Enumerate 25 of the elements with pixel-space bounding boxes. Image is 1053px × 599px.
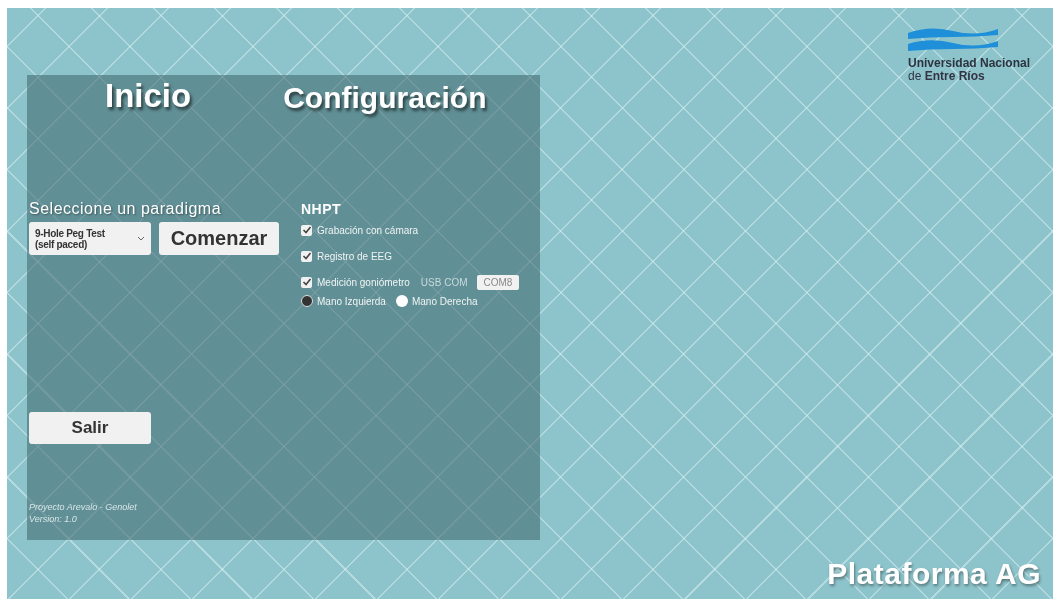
chevron-icon [137,236,145,241]
footer-text: Version: 1.0 [29,513,78,525]
app-title: Plataforma AG [827,557,1041,591]
waves-logo-icon [908,25,998,53]
option-label: Registro de EEG [317,250,393,262]
nav-tab[interactable]: Inicio [105,77,192,115]
paradigm-dropdown[interactable]: 9-Hole Peg Test (self paced) [29,222,151,255]
logo-text: Universidad Nacional [908,57,1032,70]
checkbox[interactable] [301,250,312,262]
option-label: Mano Izquierda [317,295,386,307]
port-label: USB COM [420,276,468,288]
footer-text: Proyecto Arevalo - Genolet [29,501,138,513]
nav-tab[interactable]: Configuración [283,77,487,115]
paradigm-label: Seleccione un paradigma [29,200,223,218]
radio-button[interactable] [395,295,408,307]
exit-button[interactable]: Salir [29,412,151,444]
logo-text: de Entre Ríos [908,70,986,83]
section-title: NHPT [301,201,343,217]
checkbox[interactable] [301,276,312,288]
radio-button[interactable] [301,295,313,307]
checkbox[interactable] [301,224,312,236]
option-label: Medición goniómetro [317,276,410,288]
option-label: Mano Derecha [411,295,478,307]
start-button[interactable]: Comenzar [159,222,279,255]
option-label: Grabación con cámara [317,224,419,236]
